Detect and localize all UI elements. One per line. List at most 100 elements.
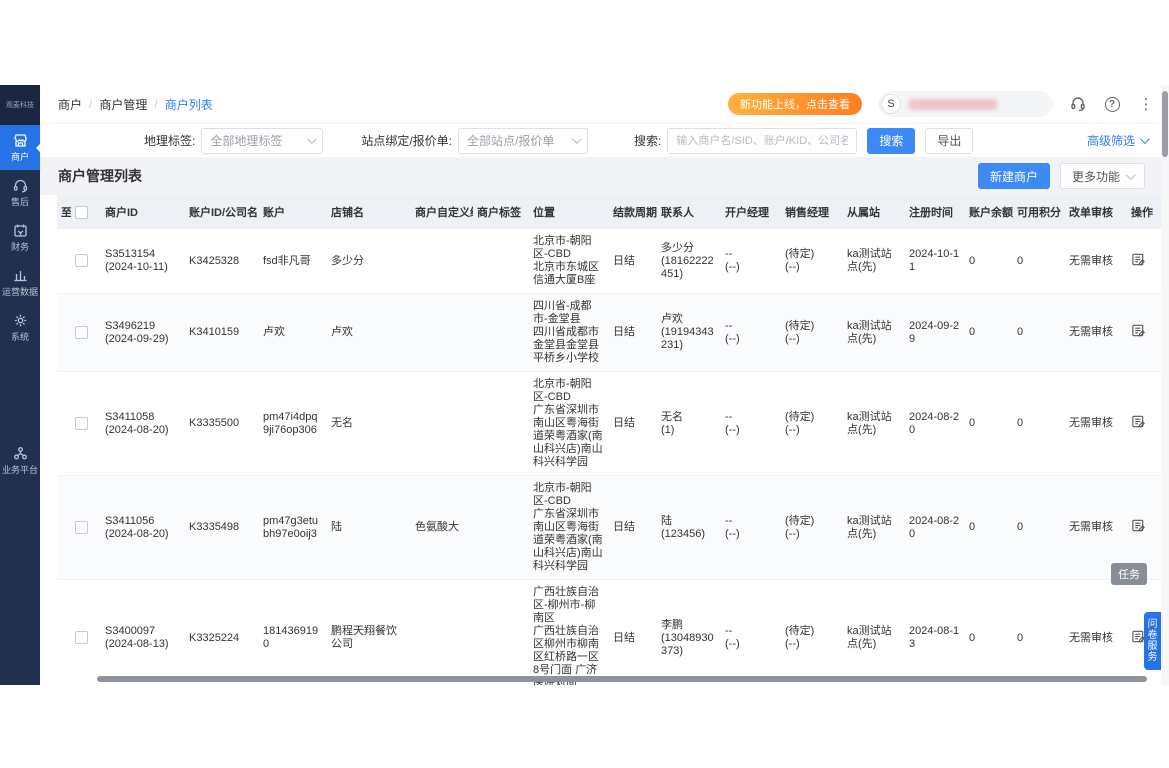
tag-cell <box>473 476 529 580</box>
merchant-cell: S3400097(2024-08-13) <box>101 580 185 686</box>
tag-cell <box>473 372 529 476</box>
row-checkbox[interactable] <box>75 326 88 339</box>
store-icon <box>12 132 29 149</box>
header-seq: 至 <box>57 195 71 229</box>
sales-manager-cell: (待定)(--) <box>781 580 843 686</box>
cycle-cell: 日结 <box>609 580 657 686</box>
row-checkbox[interactable] <box>75 254 88 267</box>
scrollbar-thumb[interactable] <box>1162 91 1168 157</box>
filter-bar: 地理标签: 全部地理标签 站点绑定/报价单: 全部站点/报价单 搜索: 搜索 导… <box>40 123 1169 157</box>
shop-cell: 鹏程天翔餐饮公司 <box>327 580 411 686</box>
merchant-table-wrap: 至商户ID账户ID/公司名账户店铺名商户自定义编码商户标签位置结款周期联系人开户… <box>40 195 1161 685</box>
register-time-cell: 2024-10-11 <box>905 229 965 294</box>
station-cell: ka测试站点(先) <box>843 580 905 686</box>
vertical-scrollbar[interactable] <box>1161 85 1169 685</box>
platform-icon <box>12 445 29 462</box>
geo-filter-label: 地理标签: <box>144 132 195 149</box>
sidebar-item-2[interactable]: 售后 <box>0 170 40 215</box>
station-cell: ka测试站点(先) <box>843 476 905 580</box>
survey-service-tab[interactable]: 问卷服务 <box>1144 612 1161 670</box>
avatar: S <box>881 94 901 114</box>
custom-code-cell <box>411 372 473 476</box>
sidebar-item-label: 商户 <box>1 152 39 162</box>
header-points: 可用积分 <box>1013 195 1065 229</box>
cycle-cell: 日结 <box>609 372 657 476</box>
points-cell: 0 <box>1013 372 1065 476</box>
search-label: 搜索: <box>634 132 661 149</box>
geo-filter-select[interactable]: 全部地理标签 <box>201 128 323 154</box>
operation-edit-icon[interactable] <box>1131 420 1146 432</box>
page-title: 商户管理列表 <box>58 166 142 186</box>
header-account: 账户 <box>259 195 327 229</box>
sidebar-item-4[interactable]: 运营数据 <box>0 260 40 305</box>
horizontal-scrollbar[interactable] <box>97 676 1147 682</box>
custom-code-cell <box>411 580 473 686</box>
account-cell: pm47g3etubh97e0oij3 <box>259 476 327 580</box>
sales-manager-cell: (待定)(--) <box>781 372 843 476</box>
open-manager-cell: --(--) <box>721 294 781 372</box>
header-sales-manager: 销售经理 <box>781 195 843 229</box>
contact-cell: 李鹏(13048930373) <box>657 580 721 686</box>
more-functions-button[interactable]: 更多功能 <box>1060 163 1145 189</box>
cycle-cell: 日结 <box>609 294 657 372</box>
app-window: 观麦科技 商户售后财务运营数据系统业务平台 商户 / 商户管理 / 商户列表 新… <box>0 85 1169 685</box>
sidebar-item-1[interactable]: 商户 <box>0 125 40 170</box>
sidebar-item-3[interactable]: 财务 <box>0 215 40 260</box>
more-menu-icon[interactable]: ⋮ <box>1137 95 1155 113</box>
table-row: S3411058(2024-08-20)K3335500pm47i4dpq9ji… <box>57 372 1161 476</box>
new-feature-banner[interactable]: 新功能上线，点击查看 <box>728 93 862 115</box>
operation-edit-icon[interactable] <box>1131 329 1146 341</box>
custom-code-cell <box>411 229 473 294</box>
sidebar-item-5[interactable]: 系统 <box>0 305 40 350</box>
header-location: 位置 <box>529 195 609 229</box>
new-merchant-button[interactable]: 新建商户 <box>978 163 1050 189</box>
search-button[interactable]: 搜索 <box>867 128 915 154</box>
task-floating-badge[interactable]: 任务 <box>1111 563 1147 585</box>
chevron-down-icon <box>572 134 582 144</box>
sidebar-item-6[interactable]: 业务平台 <box>0 438 40 483</box>
account-id-cell: K3335498 <box>185 476 259 580</box>
row-checkbox[interactable] <box>75 631 88 644</box>
contact-cell: 卢欢(19194343231) <box>657 294 721 372</box>
location-cell: 北京市-朝阳区-CBD北京市东城区信通大厦B座 <box>529 229 609 294</box>
header-tag: 商户标签 <box>473 195 529 229</box>
open-manager-cell: --(--) <box>721 372 781 476</box>
search-input[interactable] <box>667 128 857 154</box>
advanced-filter-toggle[interactable]: 高级筛选 <box>1087 132 1147 149</box>
breadcrumb-merchant[interactable]: 商户 <box>58 96 82 113</box>
export-button[interactable]: 导出 <box>925 128 973 154</box>
user-account-pill[interactable]: S <box>878 91 1053 117</box>
headset-icon <box>12 177 29 194</box>
header-operation: 操作 <box>1127 195 1161 229</box>
register-time-cell: 2024-09-29 <box>905 294 965 372</box>
contact-cell: 多少分(18162222451) <box>657 229 721 294</box>
tag-cell <box>473 294 529 372</box>
seq-cell <box>57 372 71 476</box>
select-all-checkbox[interactable] <box>75 206 88 219</box>
location-cell: 北京市-朝阳区-CBD广东省深圳市南山区粤海街道荣粤酒家(南山科兴店)南山科兴科… <box>529 476 609 580</box>
account-id-cell: K3425328 <box>185 229 259 294</box>
seq-cell <box>57 229 71 294</box>
topbar: 商户 / 商户管理 / 商户列表 新功能上线，点击查看 S ? ⋮ <box>40 85 1169 123</box>
points-cell: 0 <box>1013 294 1065 372</box>
merchant-cell: S3513154(2024-10-11) <box>101 229 185 294</box>
operation-edit-icon[interactable] <box>1131 524 1146 536</box>
header-station: 从属站 <box>843 195 905 229</box>
station-cell: ka测试站点(先) <box>843 372 905 476</box>
audit-cell: 无需审核 <box>1065 580 1127 686</box>
sales-manager-cell: (待定)(--) <box>781 294 843 372</box>
header-contact: 联系人 <box>657 195 721 229</box>
support-icon[interactable] <box>1069 95 1087 113</box>
operation-edit-icon[interactable] <box>1131 258 1146 270</box>
breadcrumb-merchant-list: 商户列表 <box>165 96 213 113</box>
row-checkbox[interactable] <box>75 417 88 430</box>
help-icon[interactable]: ? <box>1103 95 1121 113</box>
breadcrumb-merchant-mgmt[interactable]: 商户管理 <box>99 96 147 113</box>
audit-cell: 无需审核 <box>1065 229 1127 294</box>
finance-icon <box>12 222 29 239</box>
row-checkbox[interactable] <box>75 521 88 534</box>
site-filter-label: 站点绑定/报价单: <box>361 132 452 149</box>
breadcrumb: 商户 / 商户管理 / 商户列表 <box>58 96 213 113</box>
site-filter-select[interactable]: 全部站点/报价单 <box>458 128 588 154</box>
balance-cell: 0 <box>965 229 1013 294</box>
